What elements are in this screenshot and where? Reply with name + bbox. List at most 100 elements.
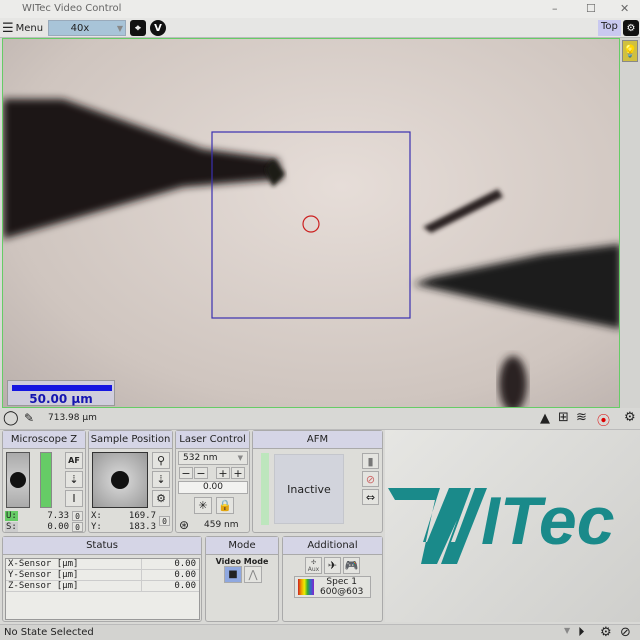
magnification-select[interactable]: 40x ▼	[48, 20, 126, 36]
video-camera-icon[interactable]: ■	[224, 566, 242, 583]
afm-display: Inactive	[274, 454, 344, 524]
xy-joystick[interactable]	[92, 452, 148, 508]
settings-icon[interactable]: ⚙	[600, 625, 612, 640]
z-level-bar	[40, 452, 52, 508]
spot-size: 459 nm	[204, 520, 239, 530]
record-icon[interactable]: ⦿	[597, 410, 610, 429]
panel-title: Mode	[206, 537, 278, 555]
spectrum-icon[interactable]: ⋀	[244, 566, 262, 583]
laser-icon[interactable]: ✳	[194, 497, 212, 514]
power-increase-large[interactable]: +	[231, 467, 245, 480]
range-icon[interactable]: Ⅰ	[65, 490, 83, 507]
title-bar: WITec Video Control – ☐ ✕	[0, 0, 640, 18]
joystick-knob	[10, 472, 26, 488]
power-increase-small[interactable]: +	[216, 467, 230, 480]
row-label: Z-Sensor [µm]	[6, 581, 142, 591]
autofocus-button[interactable]: AF	[65, 452, 83, 469]
chevron-down-icon: ▼	[116, 23, 123, 33]
additional-panel: Additional ✣ Aux ✈ 🎮 Spec 1 600@603	[282, 536, 383, 622]
power-decrease-small[interactable]: −	[194, 467, 208, 480]
u-zero-button[interactable]: 0	[72, 511, 83, 521]
wavelength-value: 532 nm	[183, 453, 218, 463]
settings-icon[interactable]: ⚙	[624, 410, 636, 425]
video-view[interactable]: 50.00 µm	[2, 38, 620, 408]
hamburger-icon: ☰	[2, 21, 14, 36]
settings-icon[interactable]: ⚙	[152, 490, 170, 507]
spec-name: Spec 1	[326, 577, 357, 587]
status-table: X-Sensor [µm] 0.00 Y-Sensor [µm] 0.00 Z-Se…	[5, 558, 200, 620]
disabled-icon[interactable]: ⊘	[620, 625, 631, 640]
grid-icon[interactable]: ⊞	[558, 410, 569, 425]
field-width: 713.98 µm	[48, 413, 97, 423]
close-button[interactable]: ✕	[620, 2, 629, 15]
lock-icon[interactable]: 🔒	[216, 497, 234, 514]
laser-control-panel: Laser Control 532 nm ▼ − − + + 0.00 ✳ 🔒 ⊛…	[175, 430, 250, 533]
layers-icon[interactable]: ≋	[576, 410, 587, 425]
light-bulb-icon[interactable]: 💡	[622, 40, 638, 62]
menu-button[interactable]: ☰ Menu	[2, 21, 43, 36]
aux-button[interactable]: ✣ Aux	[305, 557, 322, 574]
wavelength-select[interactable]: 532 nm ▼	[178, 451, 248, 465]
s-zero-button[interactable]: 0	[72, 522, 83, 532]
spot-icon[interactable]: ⊛	[179, 518, 189, 532]
panel-title: AFM	[253, 431, 382, 449]
afm-level-bar	[261, 453, 269, 525]
laser-power-field[interactable]: 0.00	[178, 481, 248, 494]
circle-icon[interactable]: ◯	[3, 410, 19, 426]
x-value: 169.7	[128, 511, 156, 521]
scale-bar: 50.00 µm	[7, 380, 115, 406]
rainbow-spectrum-icon	[298, 579, 314, 595]
v-icon[interactable]: V	[150, 20, 166, 36]
z-joystick[interactable]	[6, 452, 30, 508]
table-row: X-Sensor [µm] 0.00	[6, 559, 199, 570]
u-label: U:	[5, 511, 18, 521]
location-pin-icon[interactable]: ⚲	[152, 452, 170, 469]
spectrometer-button[interactable]: Spec 1 600@603	[294, 576, 371, 598]
settings-icon[interactable]: ⚙	[623, 20, 639, 36]
sample-image	[3, 99, 619, 407]
airplane-icon[interactable]: ✈	[324, 557, 341, 574]
target-icon[interactable]: ⌖	[130, 20, 146, 36]
right-strip: 💡	[620, 38, 640, 408]
focus-marker	[302, 215, 320, 233]
approach-icon[interactable]: ⇔	[362, 489, 379, 505]
x-label: X:	[91, 511, 102, 521]
y-label: Y:	[91, 522, 102, 532]
minimize-button[interactable]: –	[552, 2, 558, 15]
aux-label: Aux	[307, 565, 320, 573]
status-text: No State Selected	[4, 627, 94, 638]
svg-text:ITec: ITec	[481, 483, 615, 559]
sample-position-panel: Sample Position ⚲ ⇣ ⚙ X: 169.7 Y: 183.3 …	[88, 430, 173, 533]
tip-disabled-icon[interactable]: ⊘	[362, 471, 379, 487]
panel-title: Sample Position	[89, 431, 172, 449]
power-decrease-large[interactable]: −	[179, 467, 193, 480]
chevron-down-icon: ▼	[237, 454, 243, 462]
panel-title: Microscope Z	[3, 431, 85, 449]
s-value: 0.00	[47, 522, 69, 532]
row-label: X-Sensor [µm]	[6, 559, 142, 569]
ruler-icon[interactable]: ✎	[24, 411, 34, 425]
video-bar: ◯ ✎ 713.98 µm ▲ ⊞ ≋ ⦿ ⚙	[0, 408, 640, 430]
gamepad-icon[interactable]: 🎮	[343, 557, 360, 574]
status-panel: Status X-Sensor [µm] 0.00 Y-Sensor [µm] 0.…	[2, 536, 202, 622]
mountain-icon[interactable]: ▲	[540, 411, 550, 426]
menu-label: Menu	[15, 23, 44, 34]
table-row: Z-Sensor [µm] 0.00	[6, 581, 199, 592]
microscope-z-panel: Microscope Z AF ⇣ Ⅰ U: 7.33 0 S: 0.00 0	[2, 430, 86, 533]
row-value: 0.00	[174, 581, 196, 591]
u-value: 7.33	[47, 511, 69, 521]
scale-bar-line	[12, 385, 112, 391]
maximize-button[interactable]: ☐	[586, 2, 596, 15]
top-button[interactable]: Top	[598, 20, 621, 36]
row-value: 0.00	[174, 570, 196, 580]
mode-label: Video Mode	[215, 557, 269, 566]
arrow-down-icon[interactable]: ⇣	[65, 471, 83, 488]
panel-title: Status	[3, 537, 201, 555]
play-icon[interactable]: ⏵	[578, 625, 585, 640]
chevron-down-icon[interactable]: ▼	[564, 626, 570, 635]
tip-icon[interactable]: ▮	[362, 453, 379, 469]
arrow-down-icon[interactable]: ⇣	[152, 471, 170, 488]
xy-zero-button[interactable]: 0	[159, 516, 170, 526]
afm-panel: AFM Inactive ▮ ⊘ ⇔	[252, 430, 383, 533]
panel-title: Laser Control	[176, 431, 249, 449]
